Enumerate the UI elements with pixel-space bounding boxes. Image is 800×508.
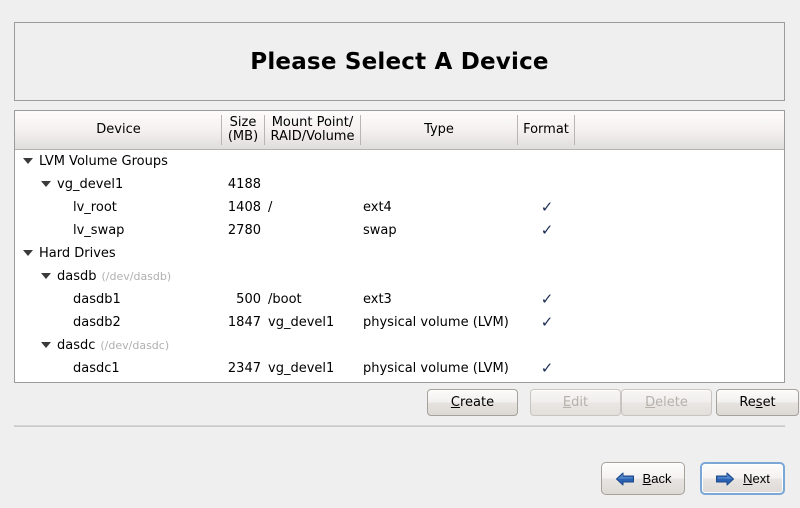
mount-point-cell: /boot	[268, 288, 302, 311]
format-checkmark	[535, 173, 559, 196]
device-tree[interactable]: Device Size (MB) Mount Point/ RAID/Volum…	[14, 110, 785, 383]
size-cell: 2347	[175, 357, 261, 380]
type-cell: swap	[363, 219, 397, 242]
device-cell: vg_devel1	[41, 173, 123, 196]
page-title: Please Select A Device	[250, 49, 548, 75]
size-cell	[175, 242, 261, 265]
column-header-format[interactable]: Format	[518, 111, 574, 149]
format-checkmark: ✓	[535, 219, 559, 242]
table-row[interactable]: lv_root 1408 / ext4 ✓	[15, 196, 784, 219]
chevron-down-icon[interactable]	[23, 158, 33, 164]
delete-button-label: Delete	[645, 395, 688, 410]
title-frame: Please Select A Device	[14, 22, 785, 101]
type-cell: physical volume (LVM)	[363, 357, 509, 380]
chevron-down-icon[interactable]	[41, 342, 51, 348]
table-header: Device Size (MB) Mount Point/ RAID/Volum…	[15, 111, 784, 150]
device-name: vg_devel1	[57, 177, 123, 192]
device-cell: lv_swap	[73, 219, 124, 242]
create-button[interactable]: Create	[427, 389, 518, 416]
device-name: LVM Volume Groups	[39, 154, 168, 169]
column-header-size[interactable]: Size (MB)	[222, 111, 264, 149]
size-cell: 500	[175, 288, 261, 311]
device-name: dasdb1	[73, 292, 121, 307]
table-row[interactable]: lv_swap 2780 swap ✓	[15, 219, 784, 242]
create-button-label: Create	[451, 395, 494, 410]
back-button[interactable]: Back	[601, 462, 685, 495]
format-checkmark: ✓	[535, 357, 559, 380]
edit-button-label: Edit	[563, 395, 588, 410]
mount-point-cell: vg_devel1	[268, 311, 334, 334]
device-name: lv_swap	[73, 223, 124, 238]
delete-button[interactable]: Delete	[621, 389, 712, 416]
format-checkmark	[535, 265, 559, 288]
format-checkmark: ✓	[535, 196, 559, 219]
table-row[interactable]: dasdb1 500/boot ext3 ✓	[15, 288, 784, 311]
chevron-down-icon[interactable]	[23, 250, 33, 256]
format-checkmark	[535, 150, 559, 173]
device-path: (/dev/dasdb)	[102, 270, 172, 283]
separator-line	[14, 425, 785, 427]
device-name: Hard Drives	[39, 246, 116, 261]
table-row[interactable]: LVM Volume Groups	[15, 150, 784, 173]
column-header-device[interactable]: Device	[16, 111, 221, 149]
table-row[interactable]: dasdc1 2347 vg_devel1 physical volume (LVM)…	[15, 357, 784, 380]
chevron-down-icon[interactable]	[41, 273, 51, 279]
size-cell: 1847	[175, 311, 261, 334]
next-button[interactable]: Next	[700, 462, 785, 495]
device-name: lv_root	[73, 200, 117, 215]
format-checkmark: ✓	[535, 288, 559, 311]
device-cell: dasdc (/dev/dasdc)	[41, 334, 169, 357]
column-separator[interactable]	[574, 115, 575, 145]
type-cell: physical volume (LVM)	[363, 311, 509, 334]
size-cell: 2780	[175, 219, 261, 242]
size-cell	[175, 150, 261, 173]
size-cell: 1408	[175, 196, 261, 219]
table-row[interactable]: dasdb (/dev/dasdb)	[15, 265, 784, 288]
table-row[interactable]: dasdb2 1847 vg_devel1 physical volume (LVM)…	[15, 311, 784, 334]
table-body: LVM Volume Groups vg_devel1 4188 lv_root 140…	[15, 150, 784, 383]
device-name: dasdb2	[73, 315, 121, 330]
next-button-label: Next	[743, 471, 770, 486]
column-header-mount-point[interactable]: Mount Point/ RAID/Volume	[265, 111, 360, 149]
size-cell	[175, 265, 261, 288]
arrow-right-icon	[715, 471, 735, 487]
device-cell: dasdb (/dev/dasdb)	[41, 265, 171, 288]
size-cell: 4188	[175, 173, 261, 196]
table-row[interactable]: vg_devel1 4188	[15, 173, 784, 196]
chevron-down-icon[interactable]	[41, 181, 51, 187]
device-cell: dasdc1	[73, 357, 120, 380]
device-cell: LVM Volume Groups	[23, 150, 168, 173]
device-cell: Hard Drives	[23, 242, 116, 265]
mount-point-cell: vg_devel1	[268, 357, 334, 380]
device-name: dasdc	[57, 338, 95, 353]
reset-button-label: Reset	[739, 395, 775, 410]
format-checkmark: ✓	[535, 311, 559, 334]
size-cell	[175, 334, 261, 357]
format-checkmark	[535, 334, 559, 357]
device-path: (/dev/dasdc)	[100, 339, 169, 352]
reset-button[interactable]: Reset	[716, 389, 799, 416]
table-row[interactable]: Hard Drives	[15, 242, 784, 265]
action-button-row: Create Edit Delete Reset	[14, 389, 785, 416]
back-button-label: Back	[643, 471, 672, 486]
device-name: dasdc1	[73, 361, 120, 376]
device-cell: lv_root	[73, 196, 117, 219]
type-cell: ext3	[363, 288, 392, 311]
table-row[interactable]: dasdc (/dev/dasdc)	[15, 334, 784, 357]
arrow-left-icon	[615, 471, 635, 487]
mount-point-cell: /	[268, 196, 272, 219]
edit-button[interactable]: Edit	[530, 389, 621, 416]
format-checkmark	[535, 242, 559, 265]
device-name: dasdb	[57, 269, 97, 284]
device-cell: dasdb2	[73, 311, 121, 334]
column-header-type[interactable]: Type	[361, 111, 517, 149]
device-cell: dasdb1	[73, 288, 121, 311]
type-cell: ext4	[363, 196, 392, 219]
